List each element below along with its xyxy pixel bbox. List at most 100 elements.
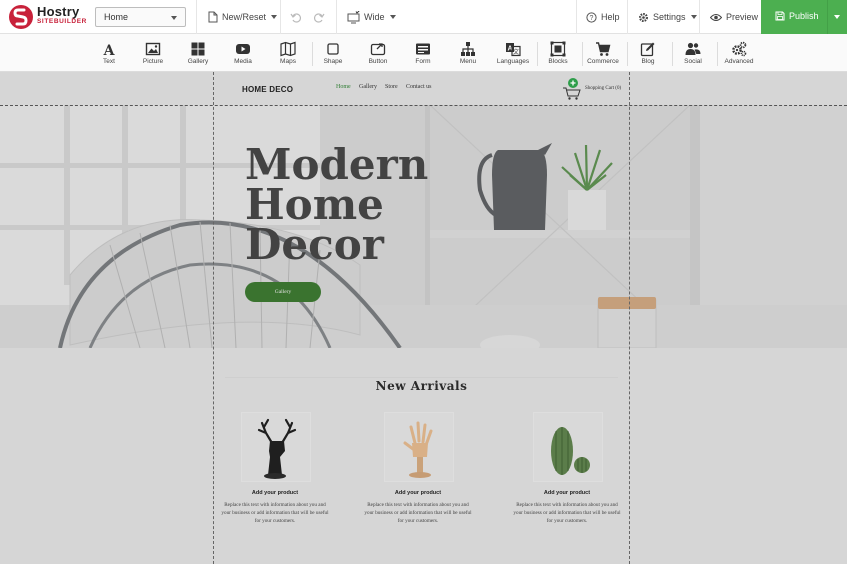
widget-text[interactable]: A Text — [84, 34, 134, 72]
widget-blog[interactable]: Blog — [623, 34, 673, 72]
cart-icon — [563, 78, 581, 100]
nav-item-contact[interactable]: Contact us — [406, 84, 432, 90]
undo-button[interactable] — [290, 0, 305, 34]
widget-label: Media — [234, 58, 252, 65]
publish-button[interactable]: Publish — [761, 0, 847, 34]
layout-guide-right — [629, 72, 630, 564]
cactus-figurines — [551, 427, 590, 475]
product-description[interactable]: Replace this text with information about… — [221, 501, 329, 525]
widget-picture[interactable]: Picture — [128, 34, 178, 72]
widget-languages[interactable]: A文 Languages — [488, 34, 538, 72]
widget-label: Languages — [496, 58, 530, 65]
chevron-down-icon[interactable] — [834, 15, 840, 19]
picture-icon — [145, 42, 161, 56]
nav-item-home[interactable]: Home — [336, 84, 351, 90]
divider — [280, 0, 281, 34]
hero-section[interactable]: Modern Home Decor Gallery — [0, 105, 847, 348]
cart-icon — [596, 42, 611, 56]
menu-icon — [461, 42, 475, 56]
form-icon — [416, 43, 430, 55]
hostry-logo-icon — [9, 5, 33, 29]
undo-icon — [290, 12, 301, 23]
nav-item-store[interactable]: Store — [385, 84, 398, 90]
product-image[interactable] — [241, 412, 311, 482]
widget-advanced[interactable]: Advanced — [714, 34, 764, 72]
chevron-down-icon — [171, 16, 177, 20]
hostry-logo[interactable]: Hostry SITEBUILDER — [9, 4, 89, 29]
new-page-icon — [208, 11, 218, 23]
chevron-down-icon — [389, 15, 396, 19]
hero-title-line: Home — [245, 180, 384, 229]
shopping-cart-widget[interactable] — [562, 77, 582, 101]
product-image[interactable] — [384, 412, 454, 482]
widget-social[interactable]: Social — [668, 34, 718, 72]
widget-label: Maps — [280, 58, 296, 65]
widget-commerce[interactable]: Commerce — [578, 34, 628, 72]
widget-media[interactable]: Media — [218, 34, 268, 72]
svg-text:文: 文 — [513, 48, 519, 56]
settings-button[interactable]: Settings — [638, 0, 697, 34]
widget-label: Commerce — [587, 58, 619, 65]
divider — [627, 0, 628, 34]
page-select[interactable]: Home — [95, 7, 186, 27]
redo-button[interactable] — [314, 0, 329, 34]
widget-menu[interactable]: Menu — [443, 34, 493, 72]
widget-label: Button — [368, 58, 388, 65]
preview-button[interactable]: Preview — [710, 0, 758, 34]
settings-label: Settings — [653, 12, 686, 22]
widget-gallery[interactable]: Gallery — [173, 34, 223, 72]
editor-canvas[interactable]: HOME DECO Home Gallery Store Contact us … — [0, 72, 847, 564]
divider — [576, 0, 577, 34]
widget-label: Text — [103, 58, 115, 65]
wooden-hand-figurine — [403, 421, 433, 478]
monitor-icon — [347, 10, 360, 23]
widget-label: Social — [684, 58, 702, 65]
text-icon: A — [103, 43, 116, 57]
product-name[interactable]: Add your product — [360, 490, 476, 496]
widget-maps[interactable]: Maps — [263, 34, 313, 72]
site-header[interactable]: HOME DECO Home Gallery Store Contact us … — [0, 72, 847, 105]
widget-blocks[interactable]: Blocks — [533, 34, 583, 72]
view-mode-button[interactable]: Wide — [347, 0, 396, 34]
widget-shape[interactable]: Shape — [308, 34, 358, 72]
widget-bar: A Text Picture Gallery Media Maps Shape … — [0, 34, 847, 72]
widget-form[interactable]: Form — [398, 34, 448, 72]
product-image[interactable] — [533, 412, 603, 482]
help-icon: ? — [586, 11, 597, 23]
header-guide — [0, 105, 847, 106]
site-brand[interactable]: HOME DECO — [242, 85, 293, 94]
logo-subtitle: SITEBUILDER — [37, 18, 87, 25]
help-label: Help — [601, 12, 620, 22]
top-toolbar: Hostry SITEBUILDER Home New/Reset Wide ?… — [0, 0, 847, 34]
divider — [699, 0, 700, 34]
hero-gallery-button[interactable]: Gallery — [245, 282, 321, 302]
divider — [827, 0, 828, 34]
widget-label: Advanced — [724, 58, 754, 65]
help-button[interactable]: ? Help — [586, 0, 620, 34]
widget-label: Blocks — [548, 58, 568, 65]
new-reset-label: New/Reset — [222, 12, 267, 22]
arrivals-title[interactable]: New Arrivals — [213, 379, 630, 393]
chevron-down-icon — [271, 15, 278, 19]
product-description[interactable]: Replace this text with information about… — [513, 501, 621, 525]
divider — [196, 0, 197, 34]
product-name[interactable]: Add your product — [217, 490, 333, 496]
chevron-down-icon — [690, 15, 697, 19]
new-reset-button[interactable]: New/Reset — [208, 0, 278, 34]
product-name[interactable]: Add your product — [509, 490, 625, 496]
redo-icon — [314, 12, 325, 23]
hero-title[interactable]: Modern Home Decor — [245, 140, 429, 266]
section-divider — [225, 377, 618, 378]
shape-icon — [327, 43, 339, 55]
publish-label: Publish — [789, 11, 819, 21]
cart-label[interactable]: Shopping Cart (0) — [585, 86, 621, 91]
nav-item-gallery[interactable]: Gallery — [359, 84, 377, 90]
hero-title-line: Modern — [245, 140, 429, 189]
save-icon — [775, 11, 785, 21]
logo-name: Hostry — [37, 4, 80, 19]
media-icon — [236, 44, 250, 54]
gear-icon — [638, 12, 649, 22]
widget-button[interactable]: Button — [353, 34, 403, 72]
product-description[interactable]: Replace this text with information about… — [364, 501, 472, 525]
page-select-value: Home — [104, 12, 129, 22]
